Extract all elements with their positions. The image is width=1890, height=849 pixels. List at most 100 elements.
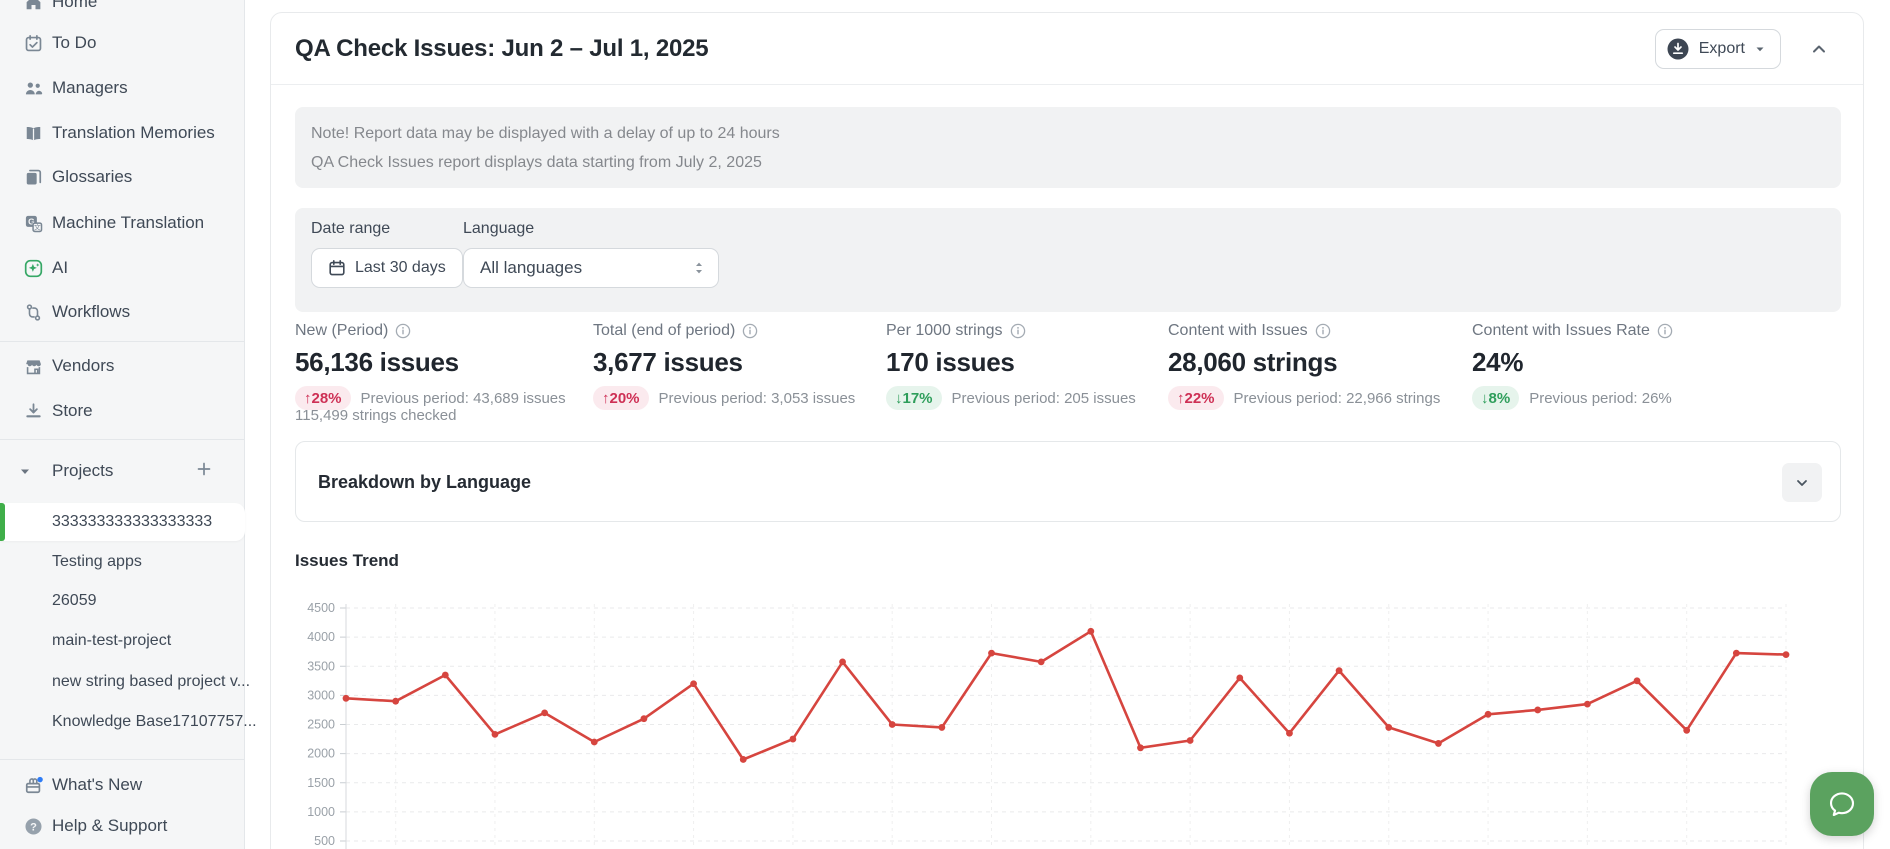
sidebar: HomeTo Do Managers Translation Memories Glo… [0, 0, 245, 849]
data-point[interactable] [1783, 651, 1790, 658]
data-point[interactable] [789, 736, 796, 743]
sidebar-item-help-support[interactable]: ?Help & Support [0, 806, 245, 846]
data-point[interactable] [392, 698, 399, 705]
note-line-1: Note! Report data may be displayed with … [311, 121, 1825, 147]
previous-period-text: Previous period: 205 issues [952, 390, 1136, 407]
sidebar-item-what-s-new[interactable]: What's New [0, 765, 245, 805]
y-axis-tick-label: 4500 [307, 601, 335, 615]
previous-period-text: Previous period: 43,689 issues [361, 390, 566, 407]
date-range-value: Last 30 days [355, 259, 446, 277]
data-point[interactable] [541, 709, 548, 716]
sidebar-project-new-string-based-project-v[interactable]: new string based project v... [0, 663, 245, 701]
data-point[interactable] [740, 756, 747, 763]
up-down-arrows-icon [692, 260, 706, 276]
data-point[interactable] [1385, 724, 1392, 731]
export-button[interactable]: Export [1655, 29, 1781, 69]
stat-label: Per 1000 strings [886, 321, 1136, 341]
data-point[interactable] [839, 658, 846, 665]
date-range-button[interactable]: Last 30 days [311, 248, 463, 288]
stat-label: Content with Issues Rate [1472, 321, 1673, 341]
info-icon[interactable] [1010, 323, 1026, 339]
data-point[interactable] [343, 695, 350, 702]
date-range-filter: Date range Last 30 days [311, 220, 463, 288]
stat-value: 24% [1472, 347, 1673, 378]
data-point[interactable] [1683, 727, 1690, 734]
data-point[interactable] [1485, 711, 1492, 718]
plus-icon [195, 460, 213, 478]
data-point[interactable] [1286, 730, 1293, 737]
stat-value: 56,136 issues [295, 347, 566, 378]
stat-delta-row: ↓17% Previous period: 205 issues [886, 386, 1136, 410]
data-point[interactable] [641, 715, 648, 722]
data-point[interactable] [1534, 707, 1541, 714]
managers-people-icon [23, 78, 43, 98]
sidebar-item-label: new string based project v... [52, 673, 250, 691]
sidebar-projects-header[interactable]: Projects [0, 451, 245, 491]
todo-calendar-icon [23, 33, 43, 53]
sidebar-item-glossaries[interactable]: Glossaries [0, 157, 245, 197]
data-point[interactable] [988, 650, 995, 657]
help-question-icon: ? [23, 816, 43, 836]
sidebar-project-testing-apps[interactable]: Testing apps [0, 543, 245, 581]
language-select[interactable]: All languages [463, 248, 719, 288]
sidebar-item-label: Machine Translation [52, 213, 204, 233]
data-point[interactable] [1336, 667, 1343, 674]
sidebar-project-333333333333333333[interactable]: 333333333333333333 [0, 503, 245, 541]
data-point[interactable] [889, 721, 896, 728]
stat-card-total-end-of-period: Total (end of period)3,677 issues↑20%Pre… [593, 321, 855, 410]
y-axis-tick-label: 2500 [307, 718, 335, 732]
data-point[interactable] [1087, 628, 1094, 635]
y-axis-tick-label: 1000 [307, 805, 335, 819]
data-point[interactable] [492, 731, 499, 738]
data-point[interactable] [1435, 740, 1442, 747]
data-point[interactable] [938, 724, 945, 731]
data-point[interactable] [442, 672, 449, 679]
data-point[interactable] [690, 680, 697, 687]
chart-title: Issues Trend [295, 551, 399, 571]
report-note: Note! Report data may be displayed with … [295, 107, 1841, 188]
sidebar-item-label: Translation Memories [52, 123, 215, 143]
sidebar-item-store[interactable]: Store [0, 391, 245, 431]
data-point[interactable] [1187, 737, 1194, 744]
report-card: QA Check Issues: Jun 2 – Jul 1, 2025 Exp… [270, 12, 1864, 849]
strings-checked-text: 115,499 strings checked [295, 407, 457, 424]
sidebar-item-workflows[interactable]: Workflows [0, 292, 245, 332]
sidebar-item-to-do[interactable]: To Do [0, 23, 245, 63]
data-point[interactable] [1733, 650, 1740, 657]
projects-header-label: Projects [52, 461, 113, 481]
export-button-label: Export [1699, 40, 1745, 58]
breakdown-expand-button[interactable] [1782, 463, 1822, 502]
add-project-button[interactable] [190, 455, 218, 483]
sidebar-item-ai[interactable]: AI [0, 248, 245, 288]
chat-launcher-button[interactable] [1810, 772, 1874, 836]
note-line-2: QA Check Issues report displays data sta… [311, 150, 1825, 176]
data-point[interactable] [1137, 744, 1144, 751]
collapse-panel-button[interactable] [1809, 37, 1837, 61]
data-point[interactable] [1038, 658, 1045, 665]
y-axis-tick-label: 500 [314, 834, 335, 848]
caret-down-icon [1754, 43, 1766, 55]
sidebar-project-main-test-project[interactable]: main-test-project [0, 622, 245, 660]
home-icon [23, 0, 43, 12]
sidebar-item-managers[interactable]: Managers [0, 68, 245, 108]
info-icon[interactable] [1657, 323, 1673, 339]
sidebar-item-label: Managers [52, 78, 128, 98]
sidebar-item-label: Store [52, 401, 93, 421]
stat-card-new-period: New (Period)56,136 issues↑28%Previous pe… [295, 321, 566, 410]
sidebar-item-vendors[interactable]: Vendors [0, 346, 245, 386]
sidebar-item-label: 333333333333333333 [52, 513, 212, 531]
machine-translation-icon: G文 [23, 213, 43, 233]
data-point[interactable] [1634, 677, 1641, 684]
data-point[interactable] [591, 739, 598, 746]
info-icon[interactable] [1315, 323, 1331, 339]
sidebar-item-home[interactable]: Home [0, 0, 245, 22]
info-icon[interactable] [395, 323, 411, 339]
delta-badge-down: ↓17% [886, 386, 942, 410]
sidebar-item-machine-translation[interactable]: G文 Machine Translation [0, 203, 245, 243]
data-point[interactable] [1584, 701, 1591, 708]
info-icon[interactable] [742, 323, 758, 339]
sidebar-project-knowledge-base17107757[interactable]: Knowledge Base17107757... [0, 703, 245, 741]
sidebar-item-translation-memories[interactable]: Translation Memories [0, 113, 245, 153]
data-point[interactable] [1236, 675, 1243, 682]
sidebar-project-26059[interactable]: 26059 [0, 582, 245, 620]
